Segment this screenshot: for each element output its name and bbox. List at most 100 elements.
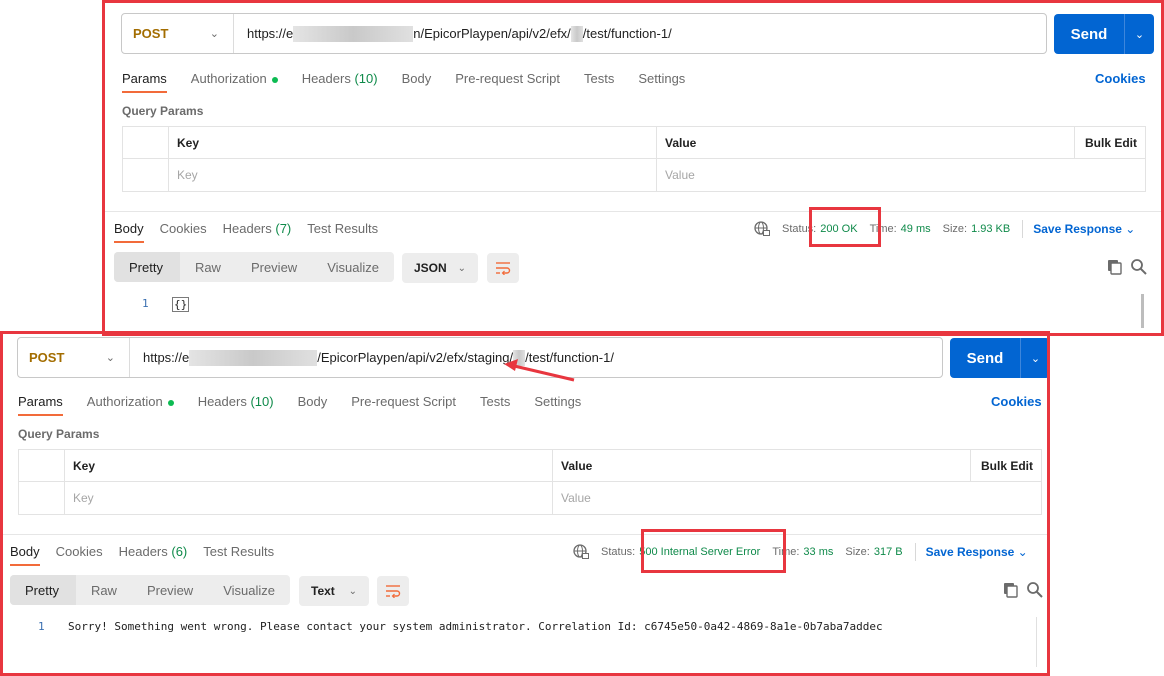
scrollbar[interactable] [1141,294,1144,328]
format-label: JSON [414,261,447,275]
redacted-host [293,25,414,42]
send-button[interactable]: Send ⌄ [950,338,1050,378]
tab-test-results[interactable]: Test Results [307,221,378,243]
copy-icon[interactable] [1106,258,1124,276]
wrap-lines-button[interactable] [377,576,409,606]
table-header-row: Key Value Bulk Edit [19,450,1041,482]
response-body-code: 1 {} [142,297,190,312]
status-dot-icon [167,399,174,406]
view-raw[interactable]: Raw [76,575,132,605]
tab-response-headers[interactable]: Headers (7) [223,221,292,243]
view-visualize[interactable]: Visualize [208,575,290,605]
status-label: Status: [782,223,817,235]
column-divider [656,127,657,191]
tab-response-headers[interactable]: Headers (6) [119,544,188,566]
send-options-chevron-icon[interactable]: ⌄ [1124,14,1154,54]
size-group: Size: 317 B [845,546,902,558]
key-input[interactable]: Key [169,159,198,191]
tab-headers[interactable]: Headers (10) [198,394,274,416]
url-input[interactable]: https://e n/EpicorPlaypen/api/v2/efx/ /tes… [234,25,672,42]
tab-body[interactable]: Body [402,71,432,93]
tab-label: Headers [118,544,168,559]
tab-settings[interactable]: Settings [534,394,581,416]
divider [914,543,916,561]
copy-icon[interactable] [1002,581,1020,599]
section-divider [104,211,1164,212]
format-select[interactable]: Text ⌄ [299,576,369,606]
send-button[interactable]: Send ⌄ [1054,14,1154,54]
redacted-host [189,349,318,366]
view-visualize[interactable]: Visualize [312,252,394,282]
section-divider [3,534,1047,535]
globe-icon[interactable] [573,544,589,560]
view-preview[interactable]: Preview [236,252,312,282]
save-response-label: Save Response [925,545,1015,559]
request-panel-success: POST ⌄ https://e n/EpicorPlaypen/api/v2/e… [100,0,1164,338]
save-response-button[interactable]: Save Response ⌄ [926,545,1028,559]
column-divider [64,450,65,514]
scrollbar[interactable] [1036,617,1037,667]
tab-params[interactable]: Params [18,394,63,416]
tab-body[interactable]: Body [298,394,328,416]
view-preview[interactable]: Preview [132,575,208,605]
tab-response-body[interactable]: Body [114,221,144,243]
cookies-link[interactable]: Cookies [1095,71,1146,86]
format-label: Text [311,584,335,598]
wrap-lines-button[interactable] [487,253,519,283]
method-label: POST [133,26,169,41]
tab-authorization[interactable]: Authorization [191,71,278,93]
response-body-line: Sorry! Something went wrong. Please cont… [68,620,883,633]
globe-icon[interactable] [754,221,770,237]
request-tabs: Params Authorization Headers (10) Body P… [18,394,605,416]
tab-tests[interactable]: Tests [480,394,510,416]
method-select[interactable]: POST ⌄ [122,14,234,53]
tab-label: Headers [222,221,272,236]
send-options-chevron-icon[interactable]: ⌄ [1020,338,1050,378]
chevron-down-icon: ⌄ [457,262,466,274]
tab-pre-request-script[interactable]: Pre-request Script [351,394,456,416]
response-status-bar: Status: 200 OK Time: 49 ms Size: 1.93 KB Sa… [754,220,1135,238]
key-input[interactable]: Key [65,482,94,514]
tab-test-results[interactable]: Test Results [203,544,274,566]
url-prefix: https://e [143,350,190,365]
response-tabs: Body Cookies Headers (7) Test Results [114,221,402,243]
tab-response-cookies[interactable]: Cookies [56,544,103,566]
tab-settings[interactable]: Settings [638,71,685,93]
cookies-link[interactable]: Cookies [991,394,1042,409]
view-pretty[interactable]: Pretty [114,252,180,282]
url-bar: POST ⌄ https://e n/EpicorPlaypen/api/v2/e… [121,13,1047,54]
chevron-down-icon: ⌄ [1125,222,1136,236]
tab-pre-request-script[interactable]: Pre-request Script [455,71,560,93]
chevron-down-icon: ⌄ [105,352,115,364]
method-select[interactable]: POST ⌄ [18,338,130,377]
query-params-table: Key Value Bulk Edit Key Value [18,449,1042,515]
view-pretty[interactable]: Pretty [10,575,76,605]
chevron-down-icon: ⌄ [1017,545,1028,559]
time-group: Time: 33 ms [772,546,833,558]
view-raw[interactable]: Raw [180,252,236,282]
tab-authorization[interactable]: Authorization [87,394,174,416]
bulk-edit-button[interactable]: Bulk Edit [973,450,1033,482]
tab-params[interactable]: Params [122,71,167,93]
save-response-button[interactable]: Save Response ⌄ [1033,222,1135,236]
value-input[interactable]: Value [657,159,695,191]
status-dot-icon [271,76,278,83]
value-header: Value [665,136,697,150]
query-params-title: Query Params [18,427,100,441]
query-params-table: Key Value Bulk Edit Key Value [122,126,1146,192]
response-status-bar: Status: 500 Internal Server Error Time: 33… [573,543,1028,561]
column-divider [552,450,553,514]
send-label: Send [1070,25,1108,43]
bulk-edit-button[interactable]: Bulk Edit [1077,127,1137,159]
format-select[interactable]: JSON ⌄ [402,253,478,283]
tab-response-cookies[interactable]: Cookies [160,221,207,243]
size-label: Size: [942,223,968,235]
search-icon[interactable] [1026,581,1044,599]
search-icon[interactable] [1130,258,1148,276]
value-input[interactable]: Value [553,482,591,514]
request-tabs: Params Authorization Headers (10) Body P… [122,71,709,93]
tab-tests[interactable]: Tests [584,71,614,93]
size-value: 1.93 KB [971,223,1011,235]
tab-response-body[interactable]: Body [10,544,40,566]
tab-headers[interactable]: Headers (10) [302,71,378,93]
